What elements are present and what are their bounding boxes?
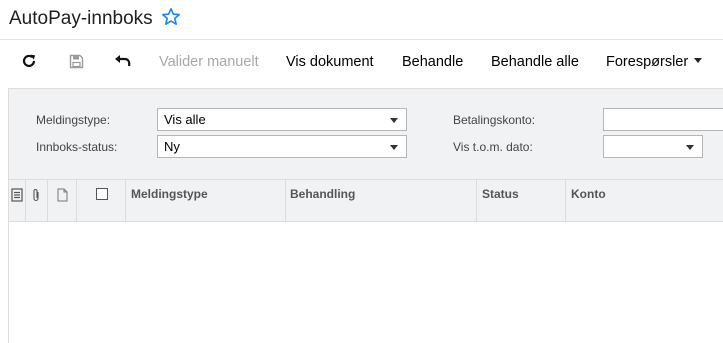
payment-account-label: Betalingskonto: [453, 113, 536, 127]
save-icon[interactable] [66, 51, 86, 71]
process-all-button[interactable]: Behandle alle [491, 53, 579, 71]
column-label: Meldingstype [131, 187, 208, 201]
column-label: Konto [571, 187, 606, 201]
filter-panel: Meldingstype: Vis alle Innboks-status: N… [8, 88, 723, 179]
column-label: Behandling [290, 187, 356, 201]
column-row-info[interactable] [9, 180, 26, 222]
inquiries-menu-button[interactable]: Forespørsler [606, 53, 703, 71]
chevron-down-icon [686, 145, 694, 150]
payment-account-input[interactable] [603, 108, 723, 131]
column-label: Status [482, 187, 519, 201]
show-to-date-select[interactable] [603, 135, 703, 158]
column-processing[interactable]: Behandling [286, 180, 477, 222]
column-message-type[interactable]: Meldingstype [126, 180, 286, 222]
show-to-date-label: Vis t.o.m. dato: [453, 140, 533, 154]
undo-icon[interactable] [112, 51, 132, 71]
page-title: AutoPay-innboks [9, 8, 153, 29]
column-account[interactable]: Konto [566, 180, 723, 222]
message-type-value: Vis alle [164, 112, 206, 127]
inbox-status-select[interactable]: Ny [157, 135, 407, 158]
toolbar: Valider manuelt Vis dokument Behandle Be… [0, 41, 723, 83]
inbox-status-label: Innboks-status: [36, 140, 118, 154]
chevron-down-icon [390, 118, 398, 123]
refresh-icon[interactable] [19, 51, 39, 71]
document-lines-icon [11, 188, 23, 202]
column-note[interactable] [48, 180, 77, 222]
process-button[interactable]: Behandle [402, 53, 463, 71]
note-icon [57, 188, 68, 202]
column-select-all[interactable] [77, 180, 126, 222]
paperclip-icon [33, 189, 39, 202]
select-all-checkbox[interactable] [96, 188, 108, 200]
grid-header: Meldingstype Behandling Status Konto [8, 179, 723, 222]
star-icon[interactable] [161, 7, 181, 27]
message-type-select[interactable]: Vis alle [157, 108, 407, 131]
chevron-down-icon [390, 145, 398, 150]
inquiries-menu-label: Forespørsler [606, 54, 689, 70]
page-header: AutoPay-innboks [0, 0, 723, 40]
inbox-status-value: Ny [164, 139, 180, 154]
message-type-label: Meldingstype: [36, 113, 111, 127]
view-document-button[interactable]: Vis dokument [286, 53, 374, 71]
column-status[interactable]: Status [477, 180, 566, 222]
column-attachments[interactable] [26, 180, 48, 222]
validate-manually-button[interactable]: Valider manuelt [159, 53, 259, 71]
grid-body [8, 222, 723, 343]
chevron-down-icon [694, 57, 703, 63]
